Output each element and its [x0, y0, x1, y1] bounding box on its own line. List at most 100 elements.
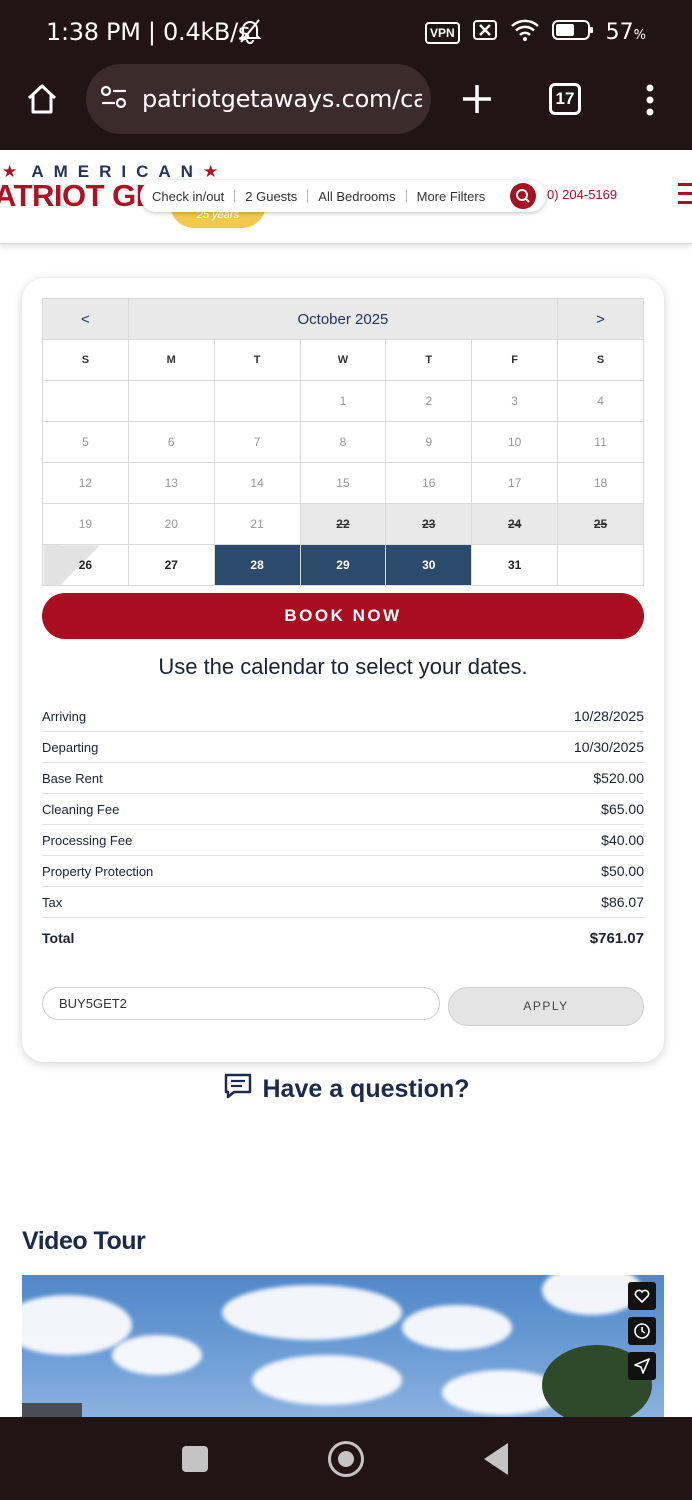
- day-name: S: [42, 339, 129, 381]
- calendar-day[interactable]: 28: [213, 544, 301, 586]
- vpn-icon: VPN: [424, 21, 460, 44]
- total-row: Total $761.07: [42, 918, 644, 958]
- phone-link[interactable]: 0) 204-5169: [547, 187, 617, 202]
- promo-code-input[interactable]: BUY5GET2: [42, 987, 440, 1020]
- calendar-day: 18: [557, 462, 644, 504]
- filter-guests[interactable]: 2 Guests: [245, 189, 297, 204]
- calendar-day[interactable]: 26: [42, 544, 129, 586]
- price-value: $50.00: [601, 863, 644, 879]
- calendar-empty-cell: [213, 380, 301, 422]
- recents-icon[interactable]: [182, 1446, 208, 1472]
- calendar-day: 1: [299, 380, 387, 422]
- price-row: Departing 10/30/2025: [42, 732, 644, 763]
- no-sim-icon: [472, 19, 498, 46]
- hamburger-menu-icon[interactable]: [678, 183, 692, 205]
- price-label: Property Protection: [42, 863, 154, 879]
- calendar-hint: Use the calendar to select your dates.: [158, 654, 528, 679]
- calendar-prev-button[interactable]: <: [42, 298, 129, 340]
- calendar-month-title: October 2025: [127, 298, 559, 340]
- calendar-empty-cell: [127, 380, 215, 422]
- calendar-day: 24: [471, 503, 559, 545]
- calendar-day: 20: [127, 503, 215, 545]
- bell-muted-icon: [238, 18, 262, 49]
- calendar-day: 25: [557, 503, 644, 545]
- price-label: Base Rent: [42, 770, 103, 786]
- cloud: [252, 1355, 402, 1405]
- calendar-week: 12 13 14 15 16 17 18: [42, 462, 644, 504]
- calendar-day: 2: [385, 380, 473, 422]
- price-row: Processing Fee $40.00: [42, 825, 644, 856]
- calendar-day: 3: [471, 380, 559, 422]
- calendar-day: 12: [42, 462, 129, 504]
- home-nav-icon[interactable]: [328, 1441, 364, 1477]
- calendar-day: 23: [385, 503, 473, 545]
- price-row: Property Protection $50.00: [42, 856, 644, 887]
- price-value: $40.00: [601, 832, 644, 848]
- price-row: Cleaning Fee $65.00: [42, 794, 644, 825]
- price-label: Arriving: [42, 708, 87, 724]
- back-icon[interactable]: [484, 1443, 508, 1475]
- calendar-day: 15: [299, 462, 387, 504]
- address-bar[interactable]: patriotgetaways.com/cab: [86, 64, 431, 134]
- calendar-day[interactable]: 31: [471, 544, 559, 586]
- divider: [307, 189, 309, 203]
- calendar-day: 7: [213, 421, 301, 463]
- filter-more[interactable]: More Filters: [417, 189, 486, 204]
- day-name: W: [299, 339, 387, 381]
- question-text: Have a question?: [262, 1075, 470, 1103]
- video-player[interactable]: [22, 1275, 664, 1417]
- calendar-day: 6: [127, 421, 215, 463]
- calendar-next-button[interactable]: >: [557, 298, 644, 340]
- status-bar: 1:38 PM | 0.4kB/s VPN 57%: [0, 0, 692, 64]
- battery-icon: [551, 19, 594, 46]
- divider: [405, 189, 407, 203]
- system-nav-bar: [0, 1417, 692, 1500]
- overflow-menu-icon[interactable]: [636, 82, 664, 118]
- new-tab-icon[interactable]: [460, 82, 494, 116]
- share-icon[interactable]: [628, 1352, 656, 1380]
- calendar-day: 5: [42, 421, 129, 463]
- wifi-icon: [510, 18, 540, 47]
- calendar-day: 21: [213, 503, 301, 545]
- price-label: Tax: [42, 894, 63, 910]
- heart-icon[interactable]: [628, 1282, 656, 1310]
- divider: [234, 189, 236, 203]
- tab-switcher-button[interactable]: 17: [549, 83, 581, 115]
- status-time: 1:38 PM | 0.4kB/s: [46, 18, 251, 46]
- video-tour-title: Video Tour: [22, 1227, 146, 1255]
- calendar-day: 22: [299, 503, 387, 545]
- calendar-day: 19: [42, 503, 129, 545]
- battery-percent: 57%: [605, 20, 646, 45]
- calendar-day[interactable]: 29: [299, 544, 387, 586]
- search-icon[interactable]: [510, 183, 536, 209]
- availability-calendar: < October 2025 > S M T W T F S 123456789…: [42, 298, 644, 586]
- price-row: Arriving 10/28/2025: [42, 701, 644, 732]
- url-text: patriotgetaways.com/cab: [142, 85, 422, 113]
- calendar-day: 8: [299, 421, 387, 463]
- day-name: S: [557, 339, 644, 381]
- calendar-day: 11: [557, 421, 644, 463]
- calendar-day[interactable]: 27: [127, 544, 215, 586]
- browser-toolbar: patriotgetaways.com/cab 17: [0, 64, 692, 150]
- home-icon[interactable]: [24, 81, 60, 117]
- clock-icon[interactable]: [628, 1317, 656, 1345]
- price-value: $86.07: [601, 894, 644, 910]
- booking-card: < October 2025 > S M T W T F S 123456789…: [22, 278, 664, 1062]
- calendar-empty-cell: [42, 380, 129, 422]
- price-value: $65.00: [601, 801, 644, 817]
- apply-promo-button[interactable]: APPLY: [448, 987, 644, 1026]
- site-settings-icon[interactable]: [100, 85, 128, 114]
- calendar-week: 26 27 28 29 30 31: [42, 544, 644, 586]
- cloud: [222, 1285, 402, 1340]
- calendar-day: 10: [471, 421, 559, 463]
- filter-bedrooms[interactable]: All Bedrooms: [318, 189, 395, 204]
- price-label: Processing Fee: [42, 832, 133, 848]
- calendar-day: 16: [385, 462, 473, 504]
- calendar-day[interactable]: 30: [385, 544, 473, 586]
- cloud: [112, 1335, 202, 1375]
- price-row: Tax $86.07: [42, 887, 644, 918]
- filter-check-in-out[interactable]: Check in/out: [152, 189, 224, 204]
- price-row: Base Rent $520.00: [42, 763, 644, 794]
- have-a-question-link[interactable]: Have a question?: [0, 1072, 692, 1107]
- book-now-button[interactable]: BOOK NOW: [42, 593, 644, 639]
